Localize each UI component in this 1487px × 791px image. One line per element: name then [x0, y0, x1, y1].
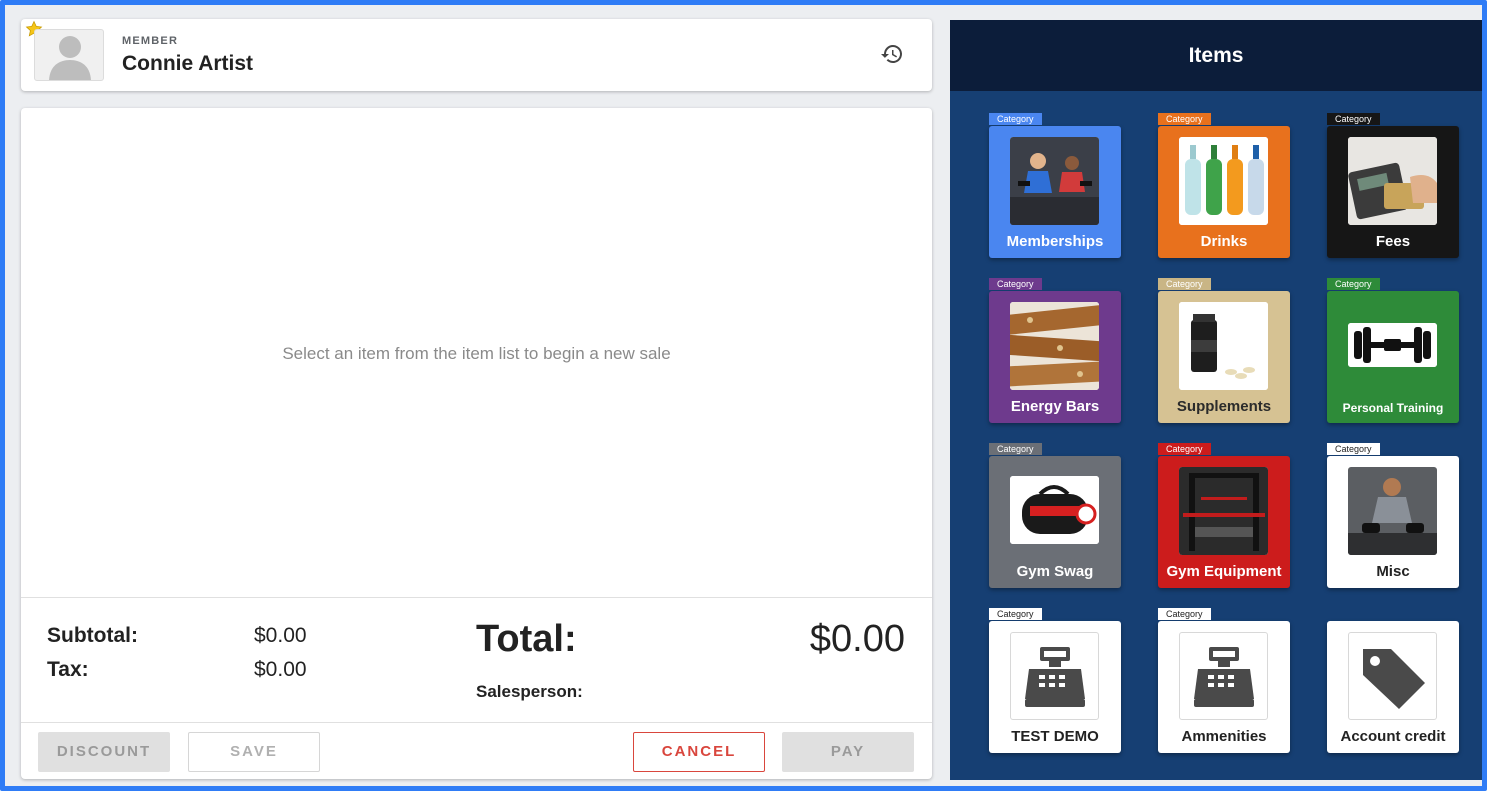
item-tile-misc[interactable]: Category Misc [1327, 443, 1459, 588]
category-tag: Category [989, 443, 1042, 455]
subtotal-value: $0.00 [254, 624, 307, 647]
dumbbell-icon [1348, 323, 1437, 367]
total-value: $0.00 [809, 618, 905, 660]
subtotal-label: Subtotal: [47, 624, 138, 647]
tile-label: Ammenities [1181, 728, 1267, 745]
item-tile-personal-training[interactable]: Category Personal Training [1327, 278, 1459, 423]
athlete-photo-icon [1348, 467, 1437, 555]
item-tile-ammenities[interactable]: Category Ammenities [1158, 608, 1290, 753]
power-rack-photo-icon [1179, 467, 1268, 555]
category-tag: Category [1158, 278, 1211, 290]
tile-label: Account credit [1340, 728, 1446, 745]
item-tile-memberships[interactable]: Category Memberships [989, 113, 1121, 258]
tile-label: Personal Training [1342, 401, 1444, 415]
group-fitness-photo-icon [1010, 137, 1099, 225]
member-label: MEMBER [122, 35, 179, 47]
category-tag: Category [1158, 113, 1211, 125]
item-tile-supplements[interactable]: Category Supplements [1158, 278, 1290, 423]
avatar [34, 29, 104, 81]
category-tag: Category [1158, 608, 1211, 620]
action-bar: DISCOUNT SAVE CANCEL PAY [21, 722, 932, 779]
member-name[interactable]: Connie Artist [122, 52, 253, 76]
items-title: Items [950, 20, 1482, 91]
member-card[interactable]: MEMBER Connie Artist [21, 19, 932, 91]
tile-label: Misc [1376, 563, 1410, 580]
tile-label: Supplements [1176, 398, 1272, 415]
tile-label: Memberships [1006, 233, 1104, 250]
energy-bar-photo-icon [1010, 302, 1099, 390]
item-tile-gym-equipment[interactable]: Category Gym Equipment [1158, 443, 1290, 588]
category-tag: Category [1327, 278, 1380, 290]
category-tag: Category [989, 608, 1042, 620]
tile-label: Gym Equipment [1166, 563, 1282, 580]
person-silhouette-icon [49, 36, 91, 80]
item-tile-fees[interactable]: Category Fees [1327, 113, 1459, 258]
tax-value: $0.00 [254, 658, 307, 681]
tile-label: Fees [1375, 233, 1411, 250]
tax-label: Tax: [47, 658, 89, 681]
history-icon[interactable] [880, 42, 904, 66]
price-tag-icon [1348, 632, 1437, 720]
sale-summary: Subtotal: $0.00 Tax: $0.00 Total: $0.00 … [21, 597, 932, 723]
pay-button[interactable]: PAY [782, 732, 914, 772]
app-frame: MEMBER Connie Artist Select an item from… [0, 0, 1487, 791]
total-label: Total: [476, 618, 577, 660]
tile-label: Gym Swag [1016, 563, 1094, 580]
salesperson-label[interactable]: Salesperson: [476, 682, 583, 702]
category-tag: Category [989, 278, 1042, 290]
bottles-photo-icon [1179, 137, 1268, 225]
gym-bag-photo-icon [1010, 476, 1099, 544]
empty-sale-message: Select an item from the item list to beg… [282, 344, 671, 363]
discount-button[interactable]: DISCOUNT [38, 732, 170, 772]
tile-label: Energy Bars [1010, 398, 1100, 415]
cancel-button[interactable]: CANCEL [633, 732, 765, 772]
item-tile-drinks[interactable]: Category Drinks [1158, 113, 1290, 258]
category-tag: Category [1327, 443, 1380, 455]
cash-register-icon [1179, 632, 1268, 720]
category-tag: Category [1327, 113, 1380, 125]
tile-label: Drinks [1200, 233, 1248, 250]
supplement-jar-photo-icon [1179, 302, 1268, 390]
sale-panel: Select an item from the item list to beg… [21, 108, 932, 779]
item-tile-gym-swag[interactable]: Category Gym Swag [989, 443, 1121, 588]
tile-label: TEST DEMO [1011, 728, 1099, 745]
item-tile-energy-bars[interactable]: Category Energy Bars [989, 278, 1121, 423]
item-tile-account-credit[interactable]: Account credit [1327, 621, 1459, 753]
category-tag: Category [1158, 443, 1211, 455]
card-terminal-photo-icon [1348, 137, 1437, 225]
category-tag: Category [989, 113, 1042, 125]
item-tile-test-demo[interactable]: Category TEST DEMO [989, 608, 1121, 753]
items-panel: Items Category Memberships Category Drin… [950, 20, 1482, 780]
cash-register-icon [1010, 632, 1099, 720]
save-button[interactable]: SAVE [188, 732, 320, 772]
